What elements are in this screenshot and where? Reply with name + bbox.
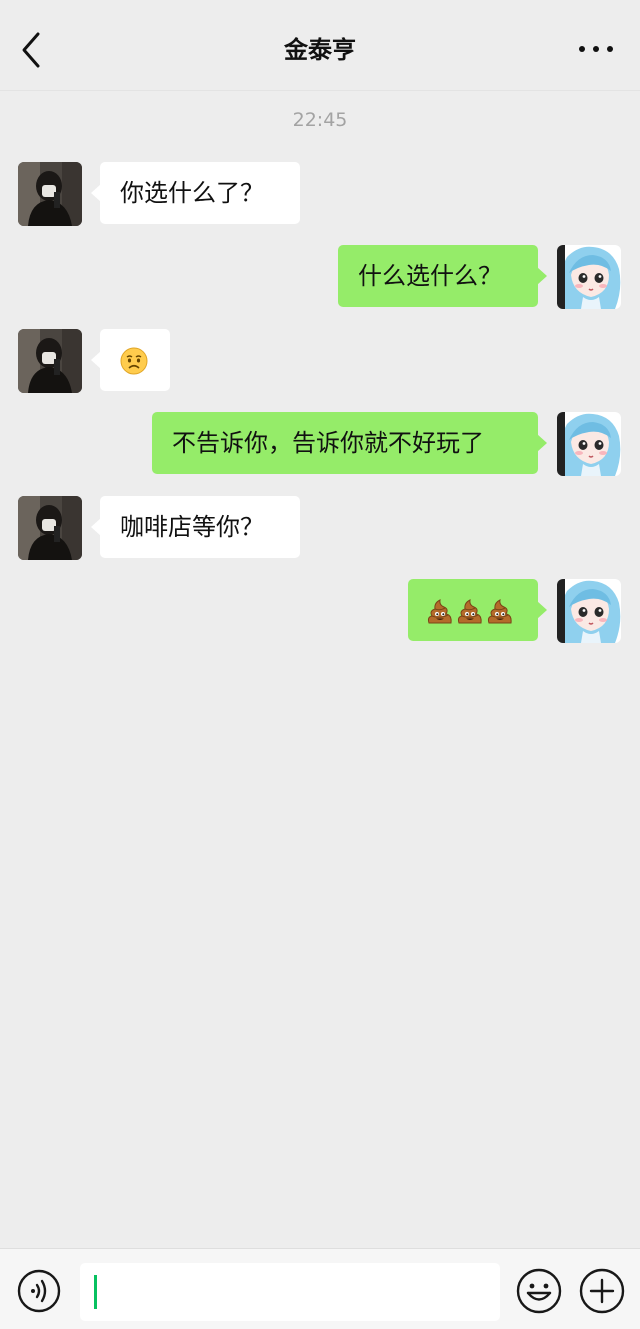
contact-avatar[interactable] xyxy=(18,496,82,560)
chat-header: 金泰亨 xyxy=(0,0,640,91)
worried-face-emoji xyxy=(120,347,148,375)
pile-of-poo-emoji xyxy=(487,599,512,624)
chat-screen: 金泰亨 22:45 你选什么了？ 什么选什么？ 不告诉你，告诉你就不好玩了 咖啡… xyxy=(0,0,640,1329)
message-text: 咖啡店等你？ xyxy=(120,513,264,541)
sent-message-bubble[interactable]: 什么选什么？ xyxy=(338,245,547,307)
received-message-bubble[interactable] xyxy=(91,329,170,391)
my-avatar[interactable] xyxy=(557,579,621,643)
my-avatar[interactable] xyxy=(557,245,621,309)
message-text: 什么选什么？ xyxy=(358,262,502,290)
contact-avatar[interactable] xyxy=(18,329,82,393)
pile-of-poo-emoji xyxy=(457,599,482,624)
received-message-bubble[interactable]: 你选什么了？ xyxy=(91,162,300,224)
voice-icon xyxy=(17,1269,61,1313)
pile-of-poo-emoji xyxy=(427,599,452,624)
contact-avatar[interactable] xyxy=(18,162,82,226)
emoji-button[interactable] xyxy=(516,1268,562,1314)
more-functions-button[interactable] xyxy=(579,1268,625,1314)
more-dots-icon xyxy=(579,46,613,52)
received-message-bubble[interactable]: 咖啡店等你？ xyxy=(91,496,300,558)
text-caret xyxy=(94,1275,97,1309)
message-text: 不告诉你，告诉你就不好玩了 xyxy=(172,429,484,457)
smiley-icon xyxy=(516,1268,562,1314)
message-text: 你选什么了？ xyxy=(120,179,264,207)
chat-title: 金泰亨 xyxy=(284,36,356,64)
message-timestamp: 22:45 xyxy=(292,109,348,131)
message-input[interactable] xyxy=(80,1263,500,1321)
sent-message-bubble[interactable]: 不告诉你，告诉你就不好玩了 xyxy=(152,412,547,474)
more-button[interactable] xyxy=(574,34,618,64)
plus-circle-icon xyxy=(579,1268,625,1314)
sent-message-bubble[interactable] xyxy=(408,579,547,641)
voice-button[interactable] xyxy=(17,1269,61,1313)
my-avatar[interactable] xyxy=(557,412,621,476)
